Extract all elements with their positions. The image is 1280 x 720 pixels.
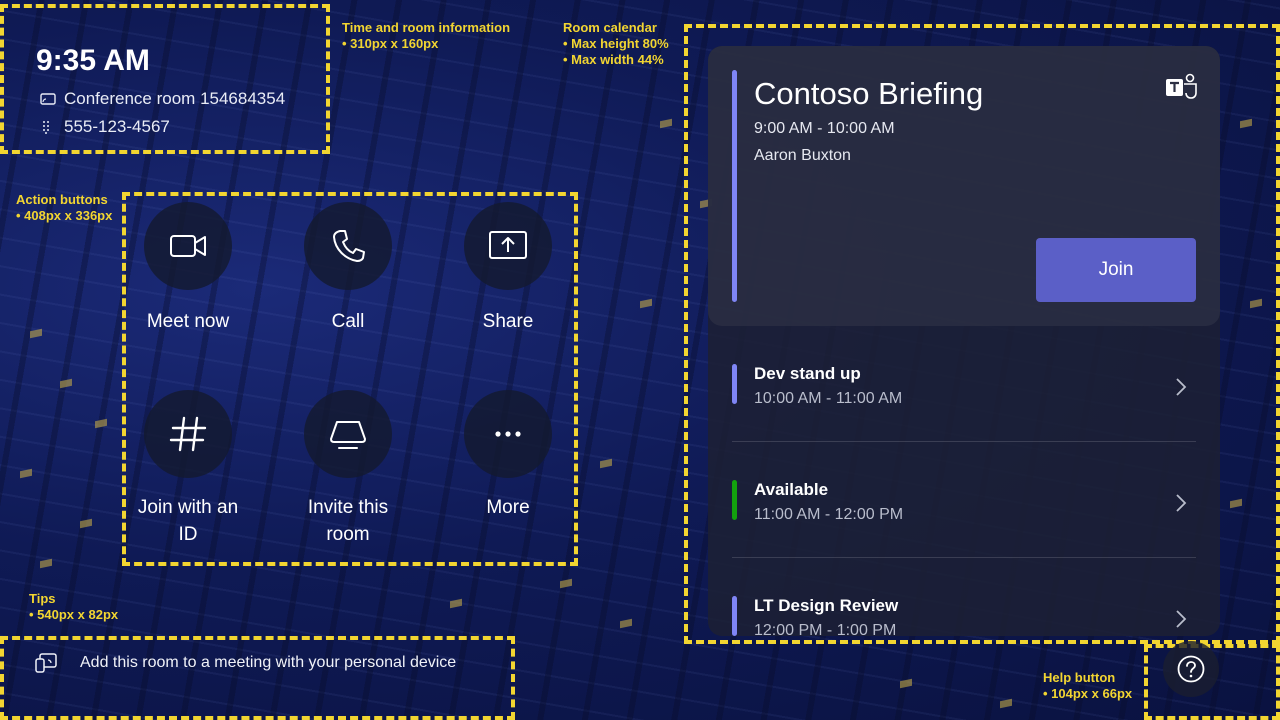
room-phone-row: 555-123-4567 xyxy=(40,117,170,137)
video-camera-icon xyxy=(170,235,206,257)
tip-text: Add this room to a meeting with your per… xyxy=(80,654,457,671)
annotation-title: Room calendar xyxy=(563,20,657,35)
phone-icon xyxy=(333,230,365,262)
help-button[interactable] xyxy=(1163,641,1219,697)
room-calendar: Contoso Briefing 9:00 AM - 10:00 AM Aaro… xyxy=(708,46,1220,636)
room-phone-number: 555-123-4567 xyxy=(64,117,170,136)
call-label: Call xyxy=(331,311,365,332)
current-meeting-title: Contoso Briefing xyxy=(754,76,984,111)
join-with-id-button[interactable]: Join with an ID xyxy=(123,390,253,548)
meeting-accent xyxy=(732,596,737,636)
tip-banner: Add this room to a meeting with your per… xyxy=(34,652,456,674)
annotation-title: Help button xyxy=(1043,670,1116,685)
meeting-name: LT Design Review xyxy=(754,596,899,615)
room-device-icon xyxy=(330,421,366,449)
time-room-annotation: Time and room information • 310px x 160p… xyxy=(342,20,510,52)
chevron-right-icon xyxy=(1176,494,1187,512)
more-button[interactable]: More xyxy=(443,390,573,521)
meeting-row-lt-design-review[interactable]: LT Design Review 12:00 PM - 1:00 PM xyxy=(732,578,1196,636)
action-buttons-annotation: Action buttons • 408px x 336px xyxy=(16,192,112,224)
meet-now-button[interactable]: Meet now xyxy=(123,202,253,335)
chevron-right-icon xyxy=(1176,610,1187,628)
chevron-right-icon xyxy=(1176,378,1187,396)
meeting-accent xyxy=(732,364,737,404)
meeting-divider xyxy=(732,441,1196,442)
annotation-title: Tips xyxy=(29,591,56,606)
annotation-spec: • 310px x 160px xyxy=(342,36,439,51)
share-screen-icon xyxy=(489,231,527,259)
tips-guide xyxy=(0,636,515,720)
invite-this-room-label: Invite this room xyxy=(307,497,389,545)
teams-logo-icon xyxy=(1166,73,1197,99)
meeting-divider xyxy=(732,557,1196,558)
dialpad-icon xyxy=(43,121,49,134)
annotation-title: Time and room information xyxy=(342,20,511,35)
meet-now-circle xyxy=(144,202,232,290)
invite-this-room-button[interactable]: Invite this room xyxy=(283,390,413,548)
share-circle xyxy=(464,202,552,290)
annotation-spec: • 408px x 336px xyxy=(16,208,113,223)
cast-device-icon xyxy=(35,653,57,673)
annotation-title: Action buttons xyxy=(16,192,108,207)
share-label: Share xyxy=(482,311,534,332)
share-button[interactable]: Share xyxy=(443,202,573,335)
meeting-row-available[interactable]: Available 11:00 AM - 12:00 PM xyxy=(732,462,1196,562)
annotation-spec-width: • Max width 44% xyxy=(563,52,664,67)
current-meeting-organizer: Aaron Buxton xyxy=(754,147,851,164)
clock-time: 9:35 AM xyxy=(36,44,150,77)
join-button[interactable]: Join xyxy=(1036,238,1196,302)
annotation-spec: • 540px x 82px xyxy=(29,607,119,622)
room-display-icon xyxy=(40,93,56,105)
meeting-row-dev-stand-up[interactable]: Dev stand up 10:00 AM - 11:00 AM xyxy=(732,346,1196,446)
call-circle xyxy=(304,202,392,290)
meet-now-label: Meet now xyxy=(146,311,230,332)
more-circle xyxy=(464,390,552,478)
help-icon xyxy=(1177,655,1205,683)
meeting-time: 12:00 PM - 1:00 PM xyxy=(754,622,897,636)
meeting-name: Dev stand up xyxy=(754,364,861,383)
calendar-annotation: Room calendar • Max height 80% • Max wid… xyxy=(563,20,669,68)
room-name-row: Conference room 154684354 xyxy=(40,89,285,109)
tips-annotation: Tips • 540px x 82px xyxy=(29,591,118,623)
more-icon xyxy=(495,431,521,437)
invite-this-room-circle xyxy=(304,390,392,478)
join-with-id-circle xyxy=(144,390,232,478)
hashtag-icon xyxy=(169,416,207,452)
meeting-time: 10:00 AM - 11:00 AM xyxy=(754,390,903,407)
current-meeting-card[interactable]: Contoso Briefing 9:00 AM - 10:00 AM Aaro… xyxy=(708,46,1220,326)
call-button[interactable]: Call xyxy=(283,202,413,335)
meeting-time: 11:00 AM - 12:00 PM xyxy=(754,506,904,523)
join-with-id-label: Join with an ID xyxy=(137,497,239,545)
current-meeting-accent xyxy=(732,70,737,302)
help-annotation: Help button • 104px x 66px xyxy=(1043,670,1132,702)
annotation-spec-height: • Max height 80% xyxy=(563,36,669,51)
meeting-accent xyxy=(732,480,737,520)
annotation-spec: • 104px x 66px xyxy=(1043,686,1133,701)
meeting-name: Available xyxy=(754,480,829,499)
current-meeting-time: 9:00 AM - 10:00 AM xyxy=(754,120,895,137)
more-label: More xyxy=(486,497,530,518)
room-name: Conference room 154684354 xyxy=(64,89,286,108)
